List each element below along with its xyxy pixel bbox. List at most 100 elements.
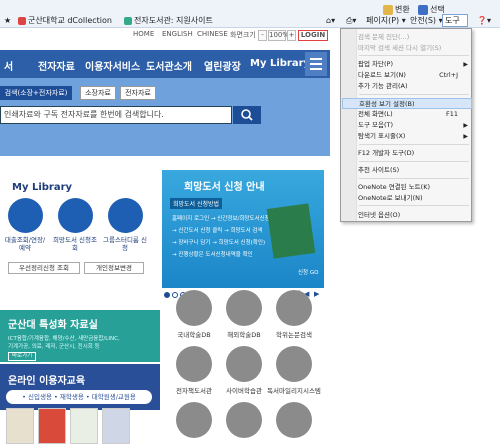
- tools-menu-item[interactable]: 전체 화면(L) F11: [342, 109, 472, 120]
- menu-item-label: 호환성 보기 설정(B): [359, 100, 415, 108]
- go-button[interactable]: 바로가기: [8, 352, 37, 361]
- nav-item-partial[interactable]: 서: [4, 58, 13, 73]
- menu-item-label: 추천 사이트(S): [358, 166, 400, 174]
- menu-item-label: 추가 기능 관리(A): [358, 82, 408, 90]
- home-icon[interactable]: ⌂▾: [326, 15, 335, 27]
- tools-menu-item[interactable]: 인터넷 옵션(O): [342, 210, 472, 221]
- study-room-icon[interactable]: [108, 198, 143, 233]
- tab-integrated-search[interactable]: 검색(소장+전자자료): [0, 86, 72, 100]
- loan-icon[interactable]: [8, 198, 43, 233]
- db-label: 학위논문검색: [276, 331, 312, 339]
- search-input[interactable]: 인쇄자료와 구독 전자자료를 한번에 검색합니다.: [0, 106, 232, 124]
- zoom-in-button[interactable]: +: [287, 30, 296, 41]
- domestic-db-icon[interactable]: [176, 290, 212, 326]
- tools-menu-item[interactable]: 추천 사이트(S): [342, 165, 472, 176]
- chinese-link[interactable]: CHINESE: [197, 30, 228, 38]
- nav-item-about[interactable]: 도서관소개: [146, 58, 192, 73]
- nav-item-services[interactable]: 이용자서비스: [85, 58, 140, 73]
- priority-request-button[interactable]: 우선정리신청 조회: [8, 262, 80, 274]
- tools-menu-item[interactable]: 다운로드 보기(N) Ctrl+J: [342, 70, 472, 81]
- book-request-icon[interactable]: [58, 198, 93, 233]
- hamburger-menu-icon[interactable]: [305, 52, 327, 76]
- hope-book-banner[interactable]: 희망도서 신청 안내 희망도서 신청방법 홈페이지 로그인 → 신간정보/희망도…: [162, 170, 324, 288]
- thesis-search-icon[interactable]: [276, 290, 312, 326]
- search-button[interactable]: [233, 106, 261, 124]
- menu-item-label: 검색 문제 진단(...): [358, 33, 410, 41]
- book-thumbnail[interactable]: [38, 408, 66, 444]
- tab-holdings[interactable]: 소장자료: [80, 86, 116, 100]
- tools-menu-item: 검색 문제 진단(...): [342, 32, 472, 43]
- special-collection-text: 기계가공, 의료, 레저, 군산시, 전시회 등: [8, 344, 100, 350]
- tools-menu-button[interactable]: 도구(O): [442, 14, 468, 36]
- banner-line: → 진행상황은 도서신청내역을 확인: [172, 252, 253, 258]
- db-icon[interactable]: [226, 402, 262, 438]
- submenu-arrow-icon: ▶: [463, 133, 468, 140]
- favorites-star-icon[interactable]: ★: [4, 15, 11, 27]
- banner-line: 홈페이지 로그인 → 신간정보/희망도서신청 클릭: [172, 216, 282, 222]
- menu-shortcut: F11: [445, 110, 458, 118]
- safety-menu[interactable]: 안전(S) ▾: [410, 15, 443, 27]
- online-education-links[interactable]: • 신입생용 • 재학생용 • 대학원생/교원용: [6, 390, 152, 404]
- tools-menu-item[interactable]: 도구 모음(T) ▶: [342, 120, 472, 131]
- menu-separator: [359, 94, 469, 95]
- submenu-arrow-icon: ▶: [463, 122, 468, 129]
- menu-item-label: 도구 모음(T): [358, 121, 394, 129]
- menu-item-label: 마지막 검색 세션 다시 열기(S): [358, 44, 442, 52]
- zoom-level: 100%: [268, 30, 290, 41]
- tab-eresources[interactable]: 전자자료: [120, 86, 156, 100]
- tools-dropdown-menu: 검색 문제 진단(...) 마지막 검색 세션 다시 열기(S) 팝업 차단(P) ▶…: [340, 28, 472, 222]
- tools-menu-item[interactable]: 호환성 보기 설정(B): [342, 98, 472, 109]
- home-link[interactable]: HOME: [133, 30, 154, 38]
- book-thumbnail[interactable]: [102, 408, 130, 444]
- banner-next-icon[interactable]: ▶: [314, 290, 319, 298]
- nav-item-open[interactable]: 열린광장: [204, 58, 241, 73]
- new-books-thumbnails: [6, 408, 156, 444]
- tools-menu-item[interactable]: 탐색기 표시줄(X) ▶: [342, 131, 472, 142]
- request-label: 희망도서 신청조회: [53, 236, 97, 252]
- menu-item-label: 인터넷 옵션(O): [358, 211, 401, 219]
- nav-item-eresources[interactable]: 전자자료: [38, 58, 75, 73]
- favorite-link-dcollection[interactable]: 군산대학교 dCollection: [18, 15, 112, 27]
- help-icon[interactable]: ❓▾: [477, 15, 491, 27]
- tools-menu-item[interactable]: OneNote 연결된 노트(K): [342, 182, 472, 193]
- studyroom-label: 그룹스터디룸 신청: [103, 236, 147, 252]
- online-education-panel: 온라인 이용자교육 • 신입생용 • 재학생용 • 대학원생/교원용: [0, 364, 160, 410]
- book-thumbnail[interactable]: [6, 408, 34, 444]
- profile-edit-button[interactable]: 개인정보변경: [84, 262, 144, 274]
- banner-dot[interactable]: [172, 292, 178, 298]
- menu-shortcut: Ctrl+J: [439, 71, 458, 79]
- tools-menu-item[interactable]: OneNote로 보내기(N): [342, 193, 472, 204]
- db-icon[interactable]: [176, 402, 212, 438]
- tools-menu-item[interactable]: 추가 기능 관리(A): [342, 81, 472, 92]
- banner-line: → 신간도서 신청 클릭 → 희망도서 검색: [172, 228, 263, 234]
- nav-item-mylibrary[interactable]: My Library: [250, 58, 310, 69]
- menu-item-label: 전체 화면(L): [358, 110, 393, 118]
- foreign-db-icon[interactable]: [226, 290, 262, 326]
- favorite-link-library[interactable]: 전자도서관: 지원사이트: [124, 15, 213, 27]
- english-link[interactable]: ENGLISH: [162, 30, 193, 38]
- banner-dot[interactable]: [164, 292, 170, 298]
- banner-go-badge[interactable]: 신청 GO: [298, 268, 318, 276]
- loan-label: 대출조회/연장/예약: [4, 236, 46, 252]
- favorites-bar: ★ 군산대학교 dCollection 전자도서관: 지원사이트 ⌂▾ ⎙▾ 페…: [0, 14, 500, 28]
- banner-title: 희망도서 신청 안내: [184, 182, 265, 193]
- book-thumbnail[interactable]: [70, 408, 98, 444]
- zoom-out-button[interactable]: -: [258, 30, 267, 41]
- login-button[interactable]: LOGIN: [298, 30, 328, 41]
- site-icon: [18, 16, 26, 25]
- special-collection-text: ICT융합/기계융합, 해양/수산, 새만금융합/LINC,: [8, 336, 120, 342]
- tools-menu-item[interactable]: F12 개발자 도구(D): [342, 148, 472, 159]
- online-education-title: 온라인 이용자교육: [8, 376, 86, 387]
- menu-item-label: F12 개발자 도구(D): [358, 149, 415, 157]
- banner-line: → 장바구니 담기 → 희망도서 신청(확인): [172, 240, 266, 246]
- menu-separator: [359, 55, 469, 56]
- cyber-learning-icon[interactable]: [226, 346, 262, 382]
- tools-menu-item[interactable]: 팝업 차단(P) ▶: [342, 59, 472, 70]
- special-collection-panel[interactable]: 군산대 특성화 자료실 ICT융합/기계융합, 해양/수산, 새만금융합/LIN…: [0, 310, 160, 362]
- db-icon[interactable]: [276, 402, 312, 438]
- print-icon[interactable]: ⎙▾: [346, 15, 356, 27]
- db-label: 독서마일리지시스템: [267, 387, 321, 395]
- ebook-icon[interactable]: [176, 346, 212, 382]
- reading-mileage-icon[interactable]: [276, 346, 312, 382]
- page-menu[interactable]: 페이지(P) ▾: [366, 15, 406, 27]
